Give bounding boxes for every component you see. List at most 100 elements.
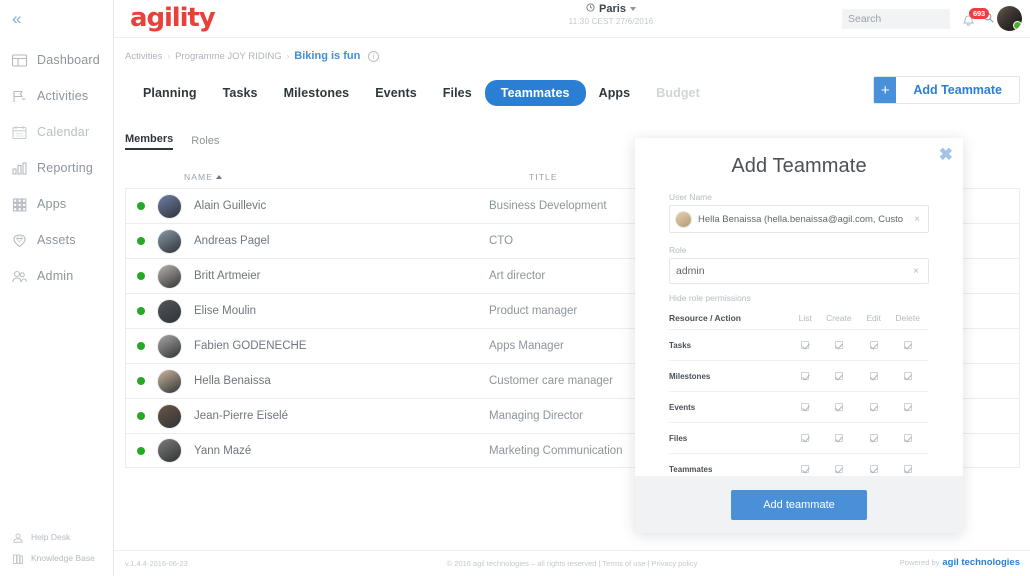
sidebar-item-reporting[interactable]: Reporting <box>0 150 114 186</box>
permissions-header-row: Resource / Action List Create Edit Delet… <box>669 307 929 330</box>
permission-cell-list[interactable] <box>794 423 817 454</box>
checkbox-edit-icon[interactable] <box>870 372 878 380</box>
permission-cell-list[interactable] <box>794 330 817 361</box>
checkbox-delete-icon[interactable] <box>904 341 912 349</box>
sidebar-item-apps[interactable]: Apps <box>0 186 114 222</box>
checkbox-create-icon[interactable] <box>835 465 843 473</box>
permission-cell-edit[interactable] <box>861 330 886 361</box>
tab-teammates[interactable]: Teammates <box>485 80 586 106</box>
permission-cell-create[interactable] <box>817 361 861 392</box>
status-online-dot <box>137 237 145 245</box>
sidebar-item-label: Assets <box>37 233 76 247</box>
location-label: Paris <box>599 3 626 15</box>
tab-files[interactable]: Files <box>430 80 485 106</box>
checkbox-list-icon[interactable] <box>801 403 809 411</box>
checkbox-delete-icon[interactable] <box>904 465 912 473</box>
chevron-down-icon <box>630 7 636 11</box>
add-teammate-button[interactable]: + Add Teammate <box>873 76 1020 104</box>
sidebar-nav: Dashboard Activities Calendar Reporting … <box>0 42 114 294</box>
permission-cell-edit[interactable] <box>861 392 886 423</box>
user-name-label: User Name <box>669 192 929 202</box>
user-chip-text: Hella Benaissa (hella.benaissa@agil.com,… <box>698 214 911 225</box>
notifications-button[interactable]: 693 <box>962 8 988 30</box>
checkbox-list-icon[interactable] <box>801 465 809 473</box>
tab-tasks[interactable]: Tasks <box>210 80 271 106</box>
modal-body: User Name Hella Benaissa (hella.benaissa… <box>635 178 963 516</box>
avatar <box>157 438 182 463</box>
location-selector[interactable]: Paris 11:30 CEST 27/6/2016 <box>541 3 681 26</box>
user-name-field[interactable]: Hella Benaissa (hella.benaissa@agil.com,… <box>669 205 929 233</box>
permission-row: Events <box>669 392 929 423</box>
status-online-dot <box>137 202 145 210</box>
role-field[interactable]: admin × <box>669 258 929 284</box>
breadcrumb-item-activities[interactable]: Activities <box>125 51 162 62</box>
tab-planning[interactable]: Planning <box>130 80 210 106</box>
checkbox-edit-icon[interactable] <box>870 465 878 473</box>
tab-milestones[interactable]: Milestones <box>271 80 363 106</box>
role-remove-icon[interactable]: × <box>910 266 922 277</box>
sidebar-item-assets[interactable]: Assets <box>0 222 114 258</box>
member-name: Yann Mazé <box>194 445 489 457</box>
close-icon[interactable]: ✖ <box>939 146 953 163</box>
checkbox-edit-icon[interactable] <box>870 403 878 411</box>
permission-cell-edit[interactable] <box>861 423 886 454</box>
toggle-role-permissions-link[interactable]: Hide role permissions <box>669 293 929 303</box>
sidebar-item-label: Admin <box>37 269 73 283</box>
status-online-dot <box>137 342 145 350</box>
checkbox-delete-icon[interactable] <box>904 403 912 411</box>
checkbox-create-icon[interactable] <box>835 341 843 349</box>
status-online-dot <box>137 377 145 385</box>
sidebar-item-activities[interactable]: Activities <box>0 78 114 114</box>
checkbox-list-icon[interactable] <box>801 341 809 349</box>
plus-icon: + <box>874 77 896 103</box>
permission-cell-list[interactable] <box>794 392 817 423</box>
permission-cell-create[interactable] <box>817 330 861 361</box>
permission-cell-list[interactable] <box>794 361 817 392</box>
info-icon[interactable]: i <box>368 51 379 62</box>
permission-cell-delete[interactable] <box>886 423 929 454</box>
checkbox-create-icon[interactable] <box>835 403 843 411</box>
sidebar-item-admin[interactable]: Admin <box>0 258 114 294</box>
checkbox-list-icon[interactable] <box>801 434 809 442</box>
permission-cell-delete[interactable] <box>886 330 929 361</box>
breadcrumb-item-programme[interactable]: Programme JOY RIDING <box>175 51 281 62</box>
version-label: v.1.4.4-2016-06-23 <box>125 559 188 568</box>
app-root: « Dashboard Activities Calendar Reportin… <box>0 0 1030 576</box>
checkbox-edit-icon[interactable] <box>870 341 878 349</box>
permission-cell-create[interactable] <box>817 392 861 423</box>
submit-add-teammate-button[interactable]: Add teammate <box>731 490 867 520</box>
chip-remove-icon[interactable]: × <box>911 214 923 225</box>
permission-cell-create[interactable] <box>817 423 861 454</box>
breadcrumb-current[interactable]: Biking is fun <box>294 50 360 62</box>
sort-ascending-icon <box>216 175 222 179</box>
tab-events[interactable]: Events <box>362 80 430 106</box>
sidebar-item-dashboard[interactable]: Dashboard <box>0 42 114 78</box>
app-logo[interactable]: agility <box>130 3 215 33</box>
subtab-members[interactable]: Members <box>125 133 173 150</box>
sidebar: « Dashboard Activities Calendar Reportin… <box>0 0 114 576</box>
column-header-name[interactable]: NAME <box>184 172 529 182</box>
sidebar-footer: Help Desk Knowledge Base <box>0 526 114 568</box>
permission-row: Tasks <box>669 330 929 361</box>
subtab-roles[interactable]: Roles <box>191 135 219 150</box>
permission-cell-edit[interactable] <box>861 361 886 392</box>
permissions-col-delete: Delete <box>886 307 929 330</box>
checkbox-list-icon[interactable] <box>801 372 809 380</box>
permission-cell-delete[interactable] <box>886 392 929 423</box>
sidebar-item-help-desk[interactable]: Help Desk <box>0 526 114 547</box>
sidebar-collapse-button[interactable]: « <box>0 0 114 38</box>
search-box[interactable] <box>842 9 950 29</box>
checkbox-create-icon[interactable] <box>835 372 843 380</box>
sidebar-item-calendar[interactable]: Calendar <box>0 114 114 150</box>
tab-apps[interactable]: Apps <box>586 80 644 106</box>
checkbox-edit-icon[interactable] <box>870 434 878 442</box>
checkbox-create-icon[interactable] <box>835 434 843 442</box>
sidebar-item-knowledge-base[interactable]: Knowledge Base <box>0 547 114 568</box>
add-teammate-modal: ✖ Add Teammate User Name Hella Benaissa … <box>635 138 963 533</box>
permission-cell-delete[interactable] <box>886 361 929 392</box>
checkbox-delete-icon[interactable] <box>904 372 912 380</box>
checkbox-delete-icon[interactable] <box>904 434 912 442</box>
user-avatar[interactable] <box>997 6 1022 31</box>
admin-users-icon <box>11 268 28 285</box>
permission-resource: Events <box>669 392 794 423</box>
